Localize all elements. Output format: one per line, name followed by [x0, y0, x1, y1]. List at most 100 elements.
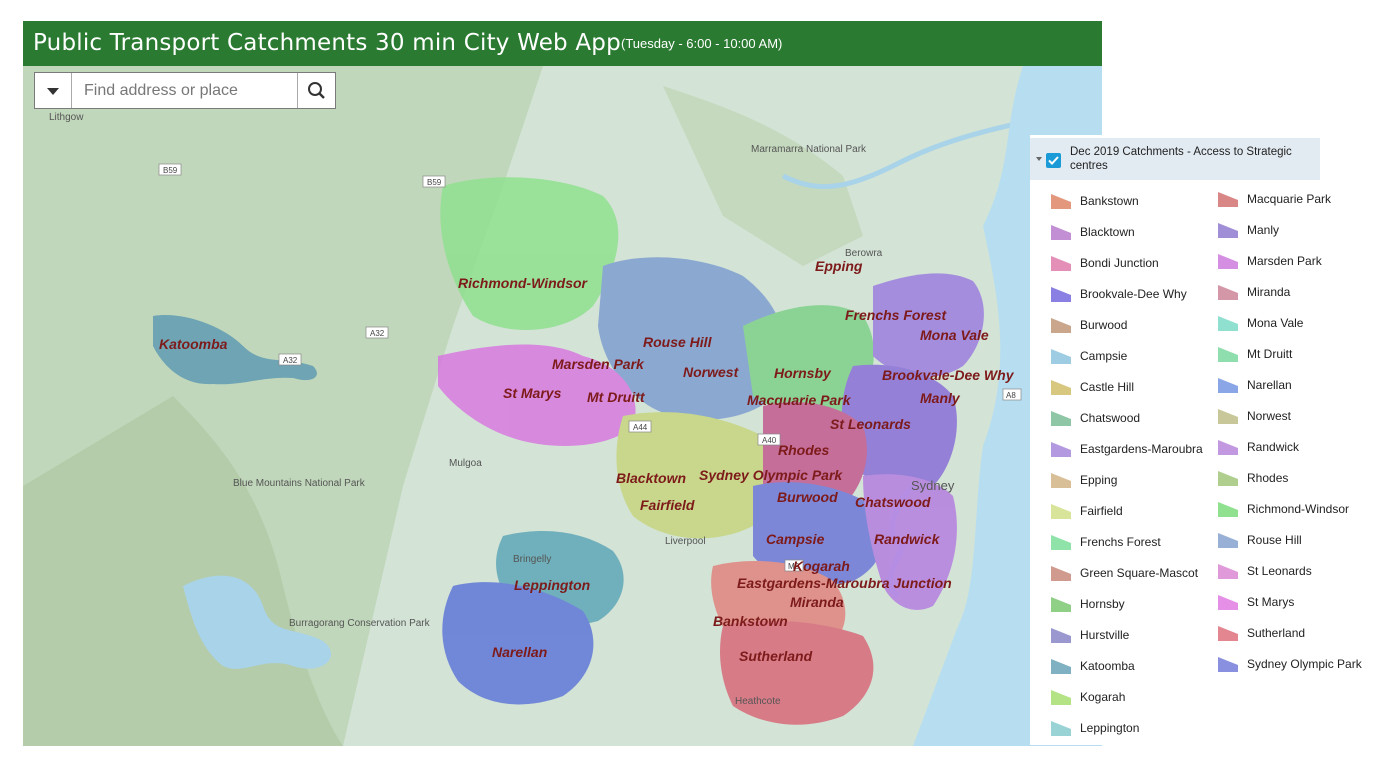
- legend-item-label: Randwick: [1247, 440, 1300, 454]
- legend-swatch: [1218, 316, 1238, 331]
- catchment-label: Eastgardens-Maroubra Junction: [737, 575, 952, 591]
- catchment-label: Miranda: [790, 594, 844, 610]
- catchment-label: Mt Druitt: [587, 389, 646, 405]
- legend-item-label: Green Square-Mascot: [1080, 566, 1199, 580]
- legend-swatch: [1218, 409, 1238, 424]
- map-view[interactable]: B59 B59 A32 A32 A44 A40 A8 M5 Lithgow Ma…: [23, 66, 1102, 746]
- catchment-label: Mona Vale: [920, 327, 989, 343]
- legend-swatch: [1051, 690, 1071, 705]
- catchment-label: Manly: [920, 390, 961, 406]
- legend-item-label: Rouse Hill: [1247, 533, 1302, 547]
- legend-layer-header[interactable]: Dec 2019 Catchments - Access to Strategi…: [1030, 138, 1320, 180]
- catchment-label: Norwest: [683, 364, 740, 380]
- search-icon: [308, 82, 325, 99]
- legend-swatch: [1218, 440, 1238, 455]
- legend-item-label: Campsie: [1080, 349, 1128, 363]
- legend-item-label: Narellan: [1247, 378, 1292, 392]
- catchment-label: St Leonards: [830, 416, 911, 432]
- catchment-label: Rouse Hill: [643, 334, 713, 350]
- catchment-label: Leppington: [514, 577, 590, 593]
- legend-item-label: Hornsby: [1080, 597, 1125, 611]
- catchment-label: Burwood: [777, 489, 838, 505]
- catchment-label: Bankstown: [713, 613, 788, 629]
- legend-swatch: [1218, 502, 1238, 517]
- place-label: Burragorang Conservation Park: [289, 618, 431, 629]
- catchment-label: Katoomba: [159, 336, 228, 352]
- legend-swatch: [1218, 192, 1238, 207]
- legend-swatch: [1051, 721, 1071, 736]
- legend-item-label: St Leonards: [1247, 564, 1312, 578]
- legend-swatch: [1051, 597, 1071, 612]
- legend-layer-title: Dec 2019 Catchments - Access to Strategi…: [1070, 146, 1292, 172]
- catchment-label: Brookvale-Dee Why: [882, 367, 1015, 383]
- catchment-label: Blacktown: [616, 470, 686, 486]
- svg-text:A44: A44: [633, 423, 648, 432]
- legend-item-label: Eastgardens-Maroubra: [1080, 442, 1203, 456]
- legend-item-label: Macquarie Park: [1247, 192, 1332, 206]
- legend-swatch: [1218, 378, 1238, 393]
- legend-item-label: Frenchs Forest: [1080, 535, 1161, 549]
- layer-visibility-checkbox[interactable]: [1046, 153, 1061, 168]
- caret-down-icon: [47, 88, 59, 95]
- catchment-label: Campsie: [766, 531, 825, 547]
- legend-item-label: Manly: [1247, 223, 1280, 237]
- catchment-label: Macquarie Park: [747, 392, 852, 408]
- place-label: Sydney: [911, 478, 955, 493]
- map-canvas[interactable]: B59 B59 A32 A32 A44 A40 A8 M5 Lithgow Ma…: [23, 66, 1102, 746]
- app-header: Public Transport Catchments 30 min City …: [23, 21, 1102, 66]
- app-title: Public Transport Catchments 30 min City …: [33, 30, 621, 56]
- catchment-label: Randwick: [874, 531, 941, 547]
- legend-item-label: Hurstville: [1080, 628, 1130, 642]
- legend-item-label: Richmond-Windsor: [1247, 502, 1350, 516]
- place-label: Marramarra National Park: [751, 144, 867, 155]
- legend-item-label: Leppington: [1080, 721, 1140, 735]
- place-label: Liverpool: [665, 536, 706, 547]
- catchment-label: Marsden Park: [552, 356, 645, 372]
- legend-item-label: Mona Vale: [1247, 316, 1304, 330]
- legend-item-label: Chatswood: [1080, 411, 1141, 425]
- legend-item-label: Epping: [1080, 473, 1118, 487]
- legend-swatch: [1051, 628, 1071, 643]
- place-label: Blue Mountains National Park: [233, 478, 366, 489]
- svg-text:A40: A40: [762, 436, 777, 445]
- legend-swatch: [1051, 659, 1071, 674]
- legend-item-label: Castle Hill: [1080, 380, 1135, 394]
- legend-swatch: [1051, 535, 1071, 550]
- catchment-label: Chatswood: [855, 494, 931, 510]
- catchment-label: Kogarah: [793, 558, 850, 574]
- legend-panel: Dec 2019 Catchments - Access to Strategi…: [1030, 135, 1385, 745]
- legend-item-label: Kogarah: [1080, 690, 1126, 704]
- legend-swatch: [1051, 349, 1071, 364]
- legend-swatch: [1051, 225, 1071, 240]
- legend-swatch: [1051, 566, 1071, 581]
- legend-item-label: Mt Druitt: [1247, 347, 1293, 361]
- place-label: Mulgoa: [449, 458, 482, 469]
- caret-down-icon[interactable]: [1036, 157, 1042, 161]
- catchment-sutherland: [720, 620, 874, 725]
- catchment-label: Richmond-Windsor: [458, 275, 589, 291]
- search-input[interactable]: [72, 73, 309, 108]
- legend-swatch: [1218, 285, 1238, 300]
- legend-item-label: St Marys: [1247, 595, 1295, 609]
- legend-item-label: Blacktown: [1080, 225, 1135, 239]
- legend-item-label: Rhodes: [1247, 471, 1289, 485]
- place-label: Heathcote: [735, 696, 781, 707]
- search-button[interactable]: [297, 73, 335, 108]
- legend-item-label: Bankstown: [1080, 194, 1139, 208]
- legend-swatch: [1218, 471, 1238, 486]
- search-source-dropdown[interactable]: [35, 73, 72, 108]
- legend-swatch: [1051, 194, 1071, 209]
- legend-swatch: [1218, 595, 1238, 610]
- legend-swatch: [1218, 533, 1238, 548]
- legend-swatch: [1051, 442, 1071, 457]
- legend-item-label: Brookvale-Dee Why: [1080, 287, 1187, 301]
- legend-item-label: Burwood: [1080, 318, 1128, 332]
- check-icon: [1048, 156, 1059, 165]
- legend-swatch: [1218, 564, 1238, 579]
- place-label: Lithgow: [49, 112, 84, 123]
- legend-item-label: Sydney Olympic Park: [1247, 657, 1362, 671]
- legend-swatch: [1051, 380, 1071, 395]
- catchment-label: Frenchs Forest: [845, 307, 947, 323]
- catchment-label: Hornsby: [774, 365, 832, 381]
- svg-text:A32: A32: [370, 329, 385, 338]
